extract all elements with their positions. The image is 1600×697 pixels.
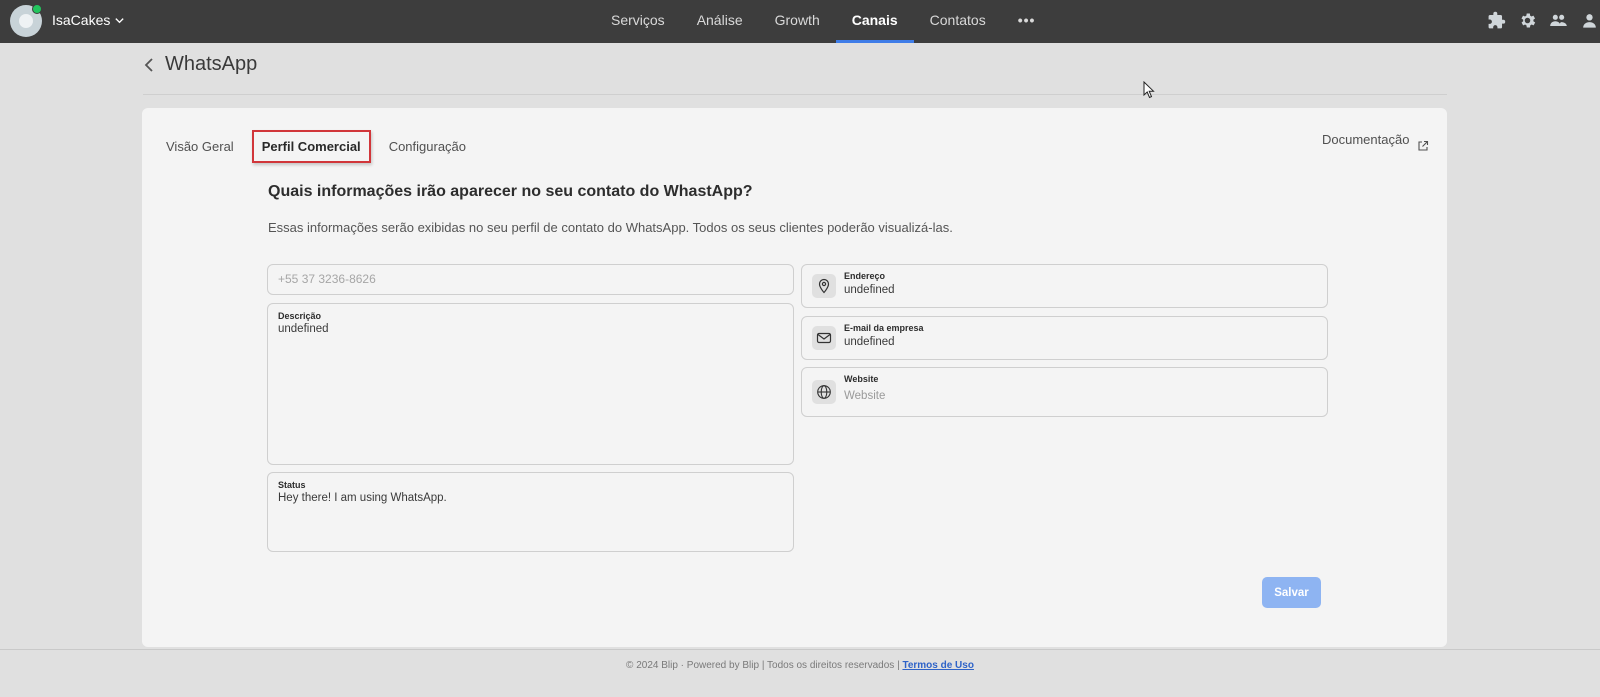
email-label: E-mail da empresa [844, 323, 924, 333]
website-field[interactable]: Website Website [801, 367, 1328, 417]
documentation-label: Documentação [1322, 132, 1410, 147]
footer-divider [0, 649, 1600, 650]
mouse-pointer-icon [1143, 81, 1155, 99]
nav-more-button[interactable]: ••• [1002, 0, 1052, 43]
website-label: Website [844, 374, 879, 384]
nav-growth[interactable]: Growth [759, 0, 836, 43]
email-value: undefined [844, 336, 895, 348]
account-switcher[interactable]: IsaCakes [52, 12, 125, 28]
website-input[interactable]: Website [844, 390, 885, 402]
online-status-dot [32, 4, 42, 14]
description-value: undefined [278, 323, 329, 335]
footer-text: © 2024 Blip · Powered by Blip | Todos os… [626, 660, 903, 671]
footer: © 2024 Blip · Powered by Blip | Todos os… [0, 660, 1600, 671]
status-label: Status [278, 480, 306, 490]
gear-icon[interactable] [1517, 10, 1538, 31]
location-pin-icon [812, 274, 836, 298]
tab-perfil-comercial[interactable]: Perfil Comercial [251, 130, 371, 163]
nav-servicos[interactable]: Serviços [595, 0, 681, 43]
main-nav: Serviços Análise Growth Canais Contatos … [595, 0, 1051, 43]
email-field[interactable]: E-mail da empresa undefined [801, 316, 1328, 360]
address-label: Endereço [844, 271, 886, 281]
save-button[interactable]: Salvar [1262, 577, 1321, 608]
description-field[interactable]: Descrição undefined [267, 303, 794, 465]
status-value: Hey there! I am using WhatsApp. [278, 492, 447, 504]
address-field[interactable]: Endereço undefined [801, 264, 1328, 308]
globe-icon [812, 380, 836, 404]
status-field[interactable]: Status Hey there! I am using WhatsApp. [267, 472, 794, 552]
nav-analise[interactable]: Análise [681, 0, 759, 43]
nav-canais[interactable]: Canais [835, 0, 914, 43]
puzzle-icon[interactable] [1486, 10, 1507, 31]
documentation-link[interactable]: Documentação [1322, 132, 1429, 152]
description-label: Descrição [278, 311, 322, 321]
chevron-down-icon [115, 17, 125, 23]
tab-visao-geral[interactable]: Visão Geral [166, 139, 234, 154]
page-title: WhatsApp [165, 53, 258, 75]
channel-tabs: Visão Geral Perfil Comercial Configuraçã… [166, 130, 466, 163]
whatsapp-profile-card: Visão Geral Perfil Comercial Configuraçã… [142, 108, 1447, 647]
user-icon[interactable] [1579, 10, 1600, 31]
top-right-icons [1486, 10, 1600, 31]
page-header: WhatsApp [143, 53, 257, 76]
form-heading: Quais informações irão aparecer no seu c… [268, 183, 753, 200]
phone-field[interactable]: +55 37 3236-8626 [267, 264, 794, 295]
team-icon[interactable] [1548, 10, 1569, 31]
back-arrow-icon[interactable] [143, 57, 155, 73]
mail-icon [812, 326, 836, 350]
top-navigation-bar: IsaCakes Serviços Análise Growth Canais … [0, 0, 1600, 43]
form-subheading: Essas informações serão exibidas no seu … [268, 220, 953, 235]
header-divider [143, 94, 1447, 95]
terms-link[interactable]: Termos de Uso [902, 660, 974, 671]
tab-configuracao[interactable]: Configuração [389, 139, 466, 154]
address-value: undefined [844, 284, 895, 296]
external-link-icon [1418, 140, 1429, 151]
account-name: IsaCakes [52, 12, 111, 28]
nav-contatos[interactable]: Contatos [914, 0, 1002, 43]
